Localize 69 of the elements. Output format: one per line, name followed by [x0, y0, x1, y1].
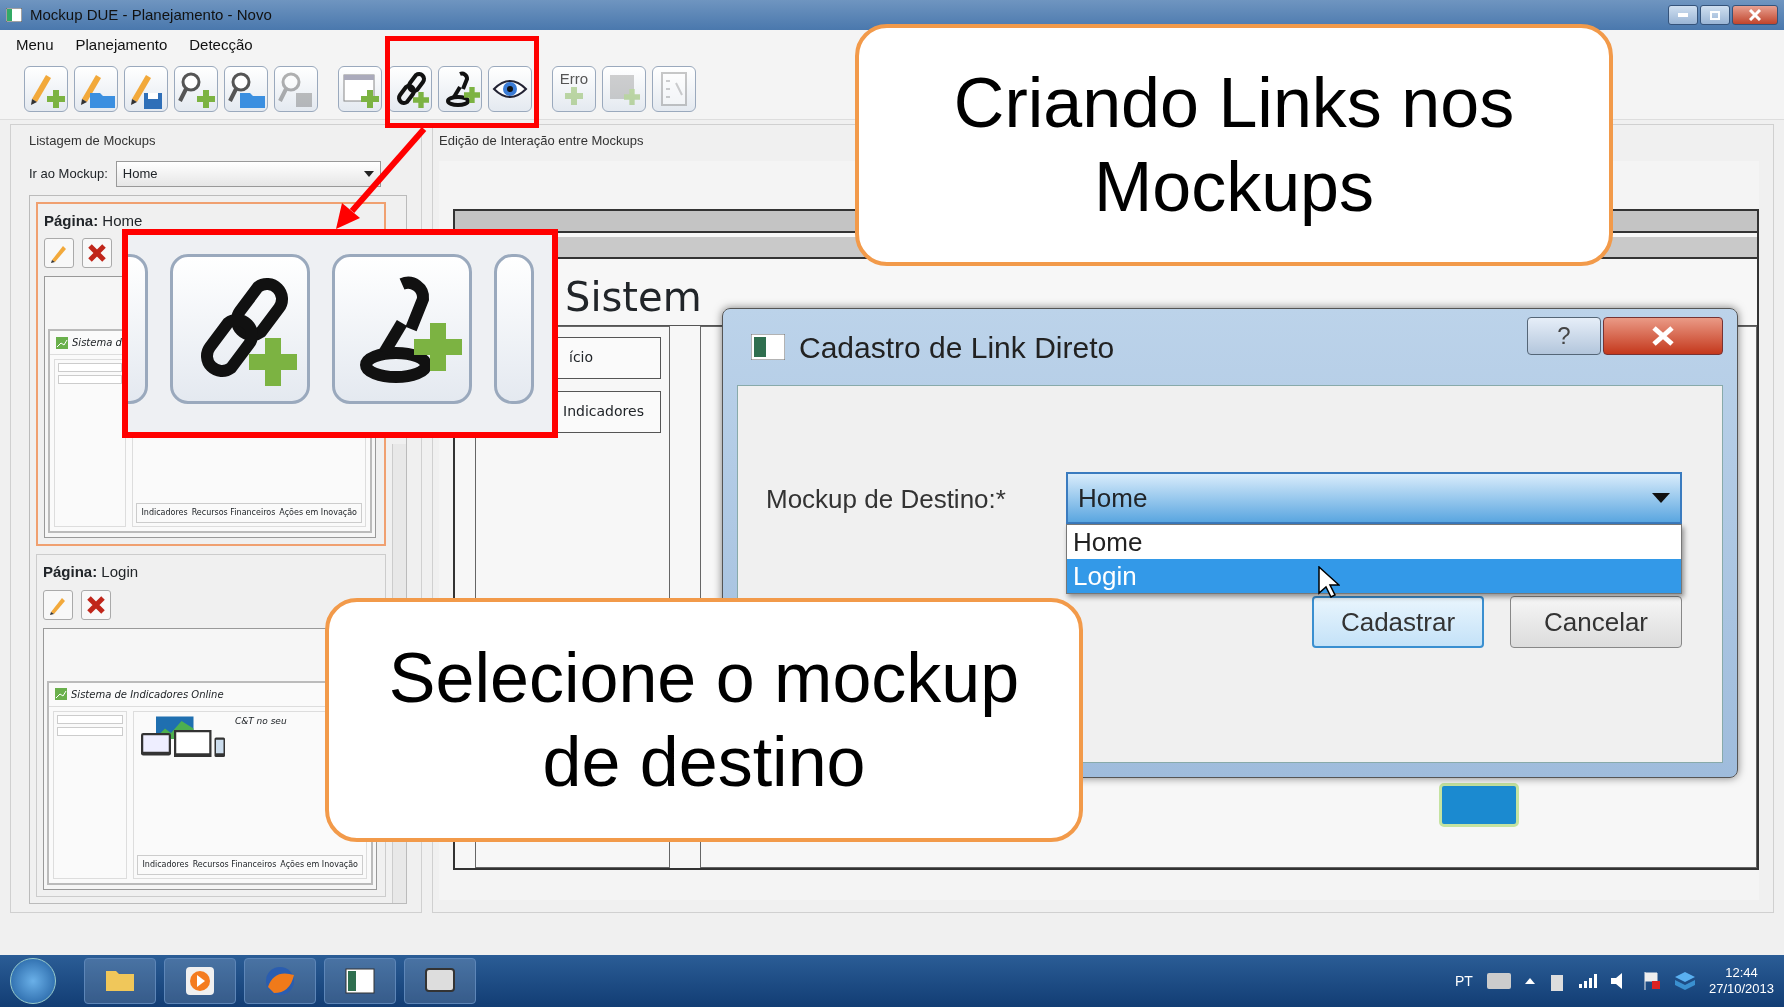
wireframe-heading: Sistem	[564, 272, 703, 322]
thumbnail-link: Indicadores	[141, 507, 188, 519]
mockup-dropdown[interactable]: Home	[115, 160, 381, 187]
window-icon	[6, 8, 22, 22]
toolbar-button[interactable]	[388, 65, 432, 112]
group-title: Edição de Interação entre Mockups	[439, 132, 645, 150]
caret-icon	[1652, 493, 1670, 503]
menu-item[interactable]: Detecção	[189, 34, 253, 54]
caret-icon	[363, 170, 374, 177]
minimize-button[interactable]	[1668, 5, 1698, 25]
banner-text: C&T no seu	[234, 714, 287, 728]
callout-tooltip: Selecione o mockup de destino	[325, 598, 1083, 842]
caret-up-icon[interactable]	[1524, 978, 1535, 984]
maximize-button[interactable]	[1700, 5, 1730, 25]
page-label: Página: Login	[43, 562, 140, 582]
page-label: Página: Home	[44, 210, 144, 231]
taskbar-app[interactable]	[164, 958, 236, 1004]
maximize-icon	[1710, 10, 1720, 20]
menu-placeholder	[57, 726, 124, 736]
window-icon	[751, 334, 785, 360]
dialog-title: Cadastro de Link Direto	[799, 329, 1115, 366]
window-title: Mockup DUE - Planejamento - Novo	[30, 4, 272, 25]
taskbar-app[interactable]	[404, 958, 476, 1004]
taskbar-app[interactable]	[84, 958, 156, 1004]
menu-item[interactable]: Planejamento	[75, 34, 168, 54]
start-button[interactable]	[10, 958, 56, 1004]
chart-icon	[55, 688, 67, 700]
minimize-icon	[1678, 13, 1688, 17]
cross-icon	[86, 594, 106, 615]
group-title: Listagem de Mockups	[29, 132, 157, 150]
toolbar-button[interactable]	[438, 65, 482, 112]
thumbnail-title: Sistema d	[72, 336, 122, 350]
close-icon	[1749, 9, 1761, 21]
signal-icon[interactable]	[1578, 974, 1597, 988]
thumbnail-link: Ações em Inovação	[280, 858, 358, 871]
callout-tooltip: Criando Links nos Mockups	[855, 24, 1613, 266]
destination-dropdown[interactable]: Home	[1066, 472, 1682, 524]
clock[interactable]: 12:44 27/10/2013	[1708, 965, 1774, 997]
thumbnail-link: Ações em Inovação	[279, 507, 357, 519]
flag-icon[interactable]	[1642, 972, 1661, 990]
cross-icon	[87, 243, 107, 263]
field-label: Mockup de Destino:*	[766, 483, 1007, 516]
menu-item[interactable]: Menu	[16, 34, 54, 54]
thumbnail-link: Recursos Financeiros	[191, 507, 276, 519]
keyboard-icon[interactable]	[1486, 973, 1511, 989]
thumbnail-title: Sistema de Indicadores Online	[71, 687, 224, 702]
taskbar-app[interactable]	[324, 958, 396, 1004]
help-button[interactable]: ?	[1527, 317, 1601, 355]
delete-button[interactable]	[81, 589, 111, 620]
menu-placeholder	[58, 363, 123, 372]
menu-placeholder	[57, 714, 124, 724]
field-label: Ir ao Mockup:	[29, 164, 108, 183]
language-indicator[interactable]: PT	[1455, 970, 1473, 992]
chart-icon	[56, 336, 68, 349]
close-icon	[1652, 326, 1674, 346]
toolbar-button[interactable]	[174, 65, 218, 112]
pencil-icon	[49, 243, 69, 263]
thumbnail-link: Indicadores	[142, 858, 189, 871]
dropdown-option[interactable]: Home	[1067, 525, 1681, 559]
dialog-button[interactable]: Cancelar	[1510, 596, 1682, 648]
toolbar-button[interactable]	[488, 65, 532, 112]
dialog-button[interactable]: Cadastrar	[1312, 596, 1484, 648]
menu-placeholder	[58, 375, 123, 384]
delete-button[interactable]	[82, 238, 112, 268]
box-icon[interactable]	[1674, 972, 1695, 990]
close-button[interactable]	[1603, 317, 1723, 355]
thumbnail-link: Recursos Financeiros	[192, 858, 277, 871]
toolbar-button[interactable]	[224, 65, 268, 112]
close-button[interactable]	[1732, 5, 1778, 25]
